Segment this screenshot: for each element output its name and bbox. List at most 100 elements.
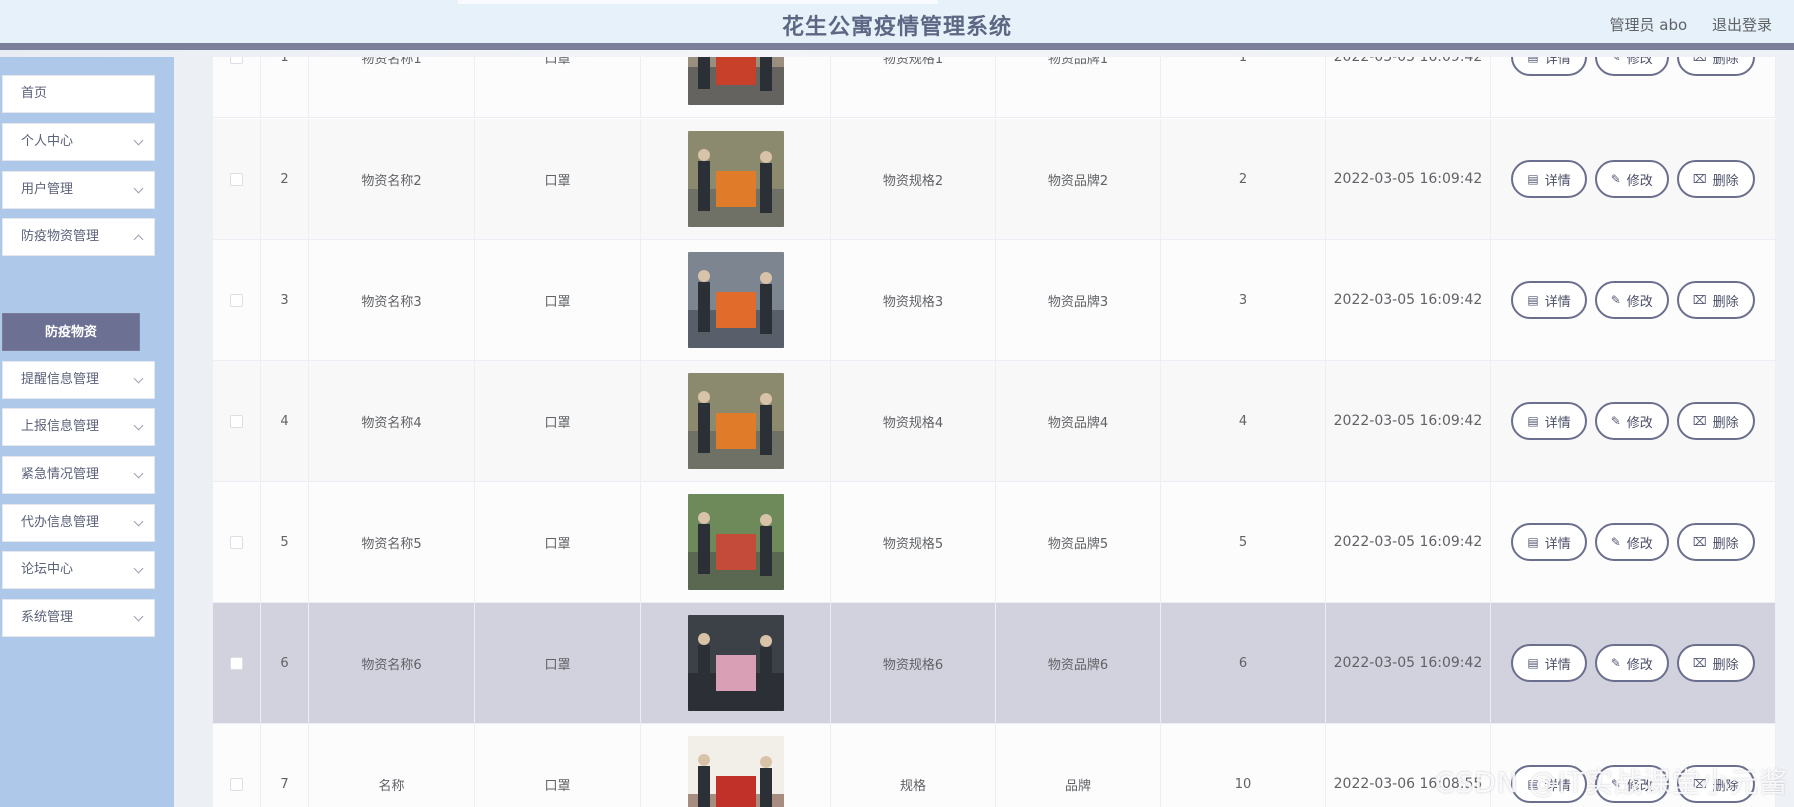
name-text: 物资名称5 [361,536,422,552]
actions-cell: ▤ 详情 ✎ 修改 ⌧ 删除 [1491,57,1776,117]
sidebar-item-agency[interactable]: 代办信息管理 [2,504,155,542]
pencil-icon: ✎ [1610,414,1621,428]
chevron-down-icon [133,611,144,622]
supply-photo[interactable] [687,252,784,348]
index-cell: 6 [261,603,309,723]
detail-button[interactable]: ▤ 详情 [1511,402,1587,440]
detail-button[interactable]: ▤ 详情 [1511,57,1587,76]
type-text: 口罩 [544,778,571,794]
delete-button[interactable]: ⌧ 删除 [1676,402,1755,440]
button-label: 详情 [1544,657,1571,673]
sidebar-item-emergency[interactable]: 紧急情况管理 [2,456,155,494]
row-checkbox[interactable] [230,172,243,186]
supply-photo[interactable] [687,373,784,469]
detail-button[interactable]: ▤ 详情 [1511,523,1587,561]
supply-photo[interactable] [687,131,784,227]
index-text: 4 [280,413,289,429]
index-text: 2 [280,171,289,187]
button-label: 删除 [1712,173,1739,189]
chevron-down-icon [133,183,144,194]
delete-button[interactable]: ⌧ 删除 [1676,281,1755,319]
row-checkbox[interactable] [230,293,243,307]
edit-button[interactable]: ✎ 修改 [1594,523,1669,561]
sidebar-item-system[interactable]: 系统管理 [2,599,155,637]
spec-text: 物资规格1 [882,57,944,67]
qty-cell: 3 [1161,240,1326,360]
button-label: 详情 [1544,294,1571,310]
index-cell: 3 [261,240,309,360]
table-row[interactable]: 2 物资名称2 口罩 物资规格2 物资品牌2 2 2022-03-05 16:09:42 ▤ 详… [213,119,1776,240]
edit-button[interactable]: ✎ 修改 [1594,57,1669,76]
delete-button[interactable]: ⌧ 删除 [1676,160,1755,198]
actions-cell: ▤ 详情 ✎ 修改 ⌧ 删除 [1491,482,1776,602]
chevron-up-icon [133,234,144,245]
row-checkbox[interactable] [230,57,243,64]
table-row[interactable]: 1 物资名称1 口罩 物资规格1 物资品牌1 1 2022-03-05 16:09:42 ▤ 详… [213,57,1776,118]
sidebar-item-reports[interactable]: 上报信息管理 [2,408,155,446]
brand-text: 物资品牌3 [1047,294,1109,310]
button-label: 删除 [1712,536,1739,552]
sidebar-item-users[interactable]: 用户管理 [2,171,155,209]
sidebar-item-supplies[interactable]: 防疫物资管理 [2,218,155,256]
button-label: 删除 [1712,415,1739,431]
edit-button[interactable]: ✎ 修改 [1594,644,1669,682]
index-text: 6 [280,655,289,671]
table-row[interactable]: 3 物资名称3 口罩 物资规格3 物资品牌3 3 2022-03-05 16:09:42 ▤ 详… [213,240,1776,361]
detail-button[interactable]: ▤ 详情 [1511,644,1587,682]
table-row[interactable]: 4 物资名称4 口罩 物资规格4 物资品牌4 4 2022-03-05 16:09:42 ▤ 详… [213,361,1776,482]
image-cell [641,482,831,602]
delete-button[interactable]: ⌧ 删除 [1676,523,1755,561]
qty-text: 4 [1238,413,1248,429]
spec-cell: 物资规格4 [831,361,996,481]
edit-button[interactable]: ✎ 修改 [1594,160,1669,198]
delete-button[interactable]: ⌧ 删除 [1676,644,1755,682]
detail-button[interactable]: ▤ 详情 [1511,281,1587,319]
sidebar-item-label: 首页 [21,86,48,101]
logout-link[interactable]: 退出登录 [1712,16,1772,34]
row-checkbox[interactable] [230,777,243,791]
edit-button[interactable]: ✎ 修改 [1594,402,1669,440]
pencil-icon: ✎ [1610,656,1621,670]
image-cell [641,119,831,239]
supply-photo[interactable] [687,736,784,807]
supply-photo[interactable] [687,57,784,105]
document-icon: ▤ [1527,535,1539,549]
index-cell: 2 [261,119,309,239]
brand-cell: 物资品牌2 [996,119,1161,239]
name-cell: 物资名称4 [309,361,475,481]
trash-icon: ⌧ [1692,414,1707,428]
table-row[interactable]: 6 物资名称6 口罩 物资规格6 物资品牌6 6 2022-03-05 16:09:42 ▤ 详… [213,603,1776,724]
sidebar-item-profile[interactable]: 个人中心 [2,123,155,161]
edit-button[interactable]: ✎ 修改 [1594,281,1669,319]
row-checkbox[interactable] [230,656,243,670]
type-cell: 口罩 [475,57,641,117]
button-label: 修改 [1626,173,1653,189]
time-cell: 2022-03-05 16:09:42 [1326,361,1491,481]
button-label: 删除 [1712,294,1739,310]
header-highlight [458,0,938,4]
detail-button[interactable]: ▤ 详情 [1511,160,1587,198]
supply-photo[interactable] [687,494,784,590]
sidebar-item-home[interactable]: 首页 [2,75,155,113]
table-row[interactable]: 5 物资名称5 口罩 物资规格5 物资品牌5 5 2022-03-05 16:09:42 ▤ 详… [213,482,1776,603]
button-label: 详情 [1544,173,1571,189]
sidebar-item-reminders[interactable]: 提醒信息管理 [2,361,155,399]
name-cell: 物资名称5 [309,482,475,602]
spec-text: 物资规格6 [882,657,944,673]
actions-cell: ▤ 详情 ✎ 修改 ⌧ 删除 [1491,361,1776,481]
delete-button[interactable]: ⌧ 删除 [1676,57,1755,76]
sidebar-item-forum[interactable]: 论坛中心 [2,551,155,589]
index-cell: 4 [261,361,309,481]
select-cell [213,57,261,117]
row-checkbox[interactable] [230,535,243,549]
qty-text: 1 [1238,57,1248,65]
row-checkbox[interactable] [230,414,243,428]
supply-photo[interactable] [687,615,784,711]
qty-text: 3 [1238,292,1248,308]
chevron-down-icon [133,563,144,574]
type-cell: 口罩 [475,361,641,481]
qty-cell: 10 [1161,724,1326,807]
chevron-down-icon [133,135,144,146]
sidebar-subitem-supplies[interactable]: 防疫物资 [2,313,140,351]
chevron-down-icon [133,373,144,384]
